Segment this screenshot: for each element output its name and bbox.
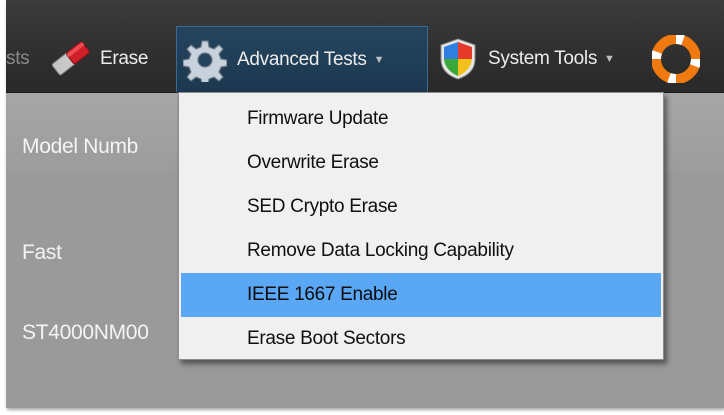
toolbar-item-label: Erase: [100, 48, 149, 69]
toolbar-item-erase[interactable]: Erase: [48, 26, 148, 92]
gear-icon: [183, 38, 227, 82]
column-header-model-number[interactable]: Model Numb: [22, 135, 138, 159]
toolbar-item-system-tools[interactable]: System Tools ▼: [438, 26, 615, 92]
toolbar-item-label: sts: [6, 48, 30, 69]
toolbar: sts Erase Advanced Tests ▼ System Tools …: [6, 0, 724, 93]
cell-model: ST4000NM00: [22, 321, 149, 344]
eraser-icon: [48, 41, 92, 77]
dropdown-arrow-icon: ▼: [373, 53, 385, 66]
menu-item-ieee-1667-enable[interactable]: IEEE 1667 Enable: [181, 273, 661, 317]
toolbar-item-label: System Tools: [488, 48, 598, 69]
advanced-tests-menu: Firmware Update Overwrite Erase SED Cryp…: [178, 92, 664, 360]
menu-item-remove-data-locking[interactable]: Remove Data Locking Capability: [181, 229, 661, 273]
toolbar-item-advanced-tests[interactable]: Advanced Tests ▼: [176, 26, 428, 92]
menu-item-sed-crypto-erase[interactable]: SED Crypto Erase: [181, 185, 661, 229]
lifebuoy-icon: [652, 35, 700, 83]
shield-icon: [438, 37, 478, 81]
dropdown-arrow-icon: ▼: [604, 53, 615, 65]
menu-item-overwrite-erase[interactable]: Overwrite Erase: [181, 141, 661, 185]
cell-speed: Fast: [22, 241, 62, 264]
menu-item-firmware-update[interactable]: Firmware Update: [181, 97, 661, 141]
toolbar-item-label: Advanced Tests: [237, 48, 367, 70]
toolbar-item-help[interactable]: [652, 26, 700, 92]
menu-item-erase-boot-sectors[interactable]: Erase Boot Sectors: [181, 317, 661, 361]
toolbar-item-tests[interactable]: sts: [6, 26, 40, 92]
